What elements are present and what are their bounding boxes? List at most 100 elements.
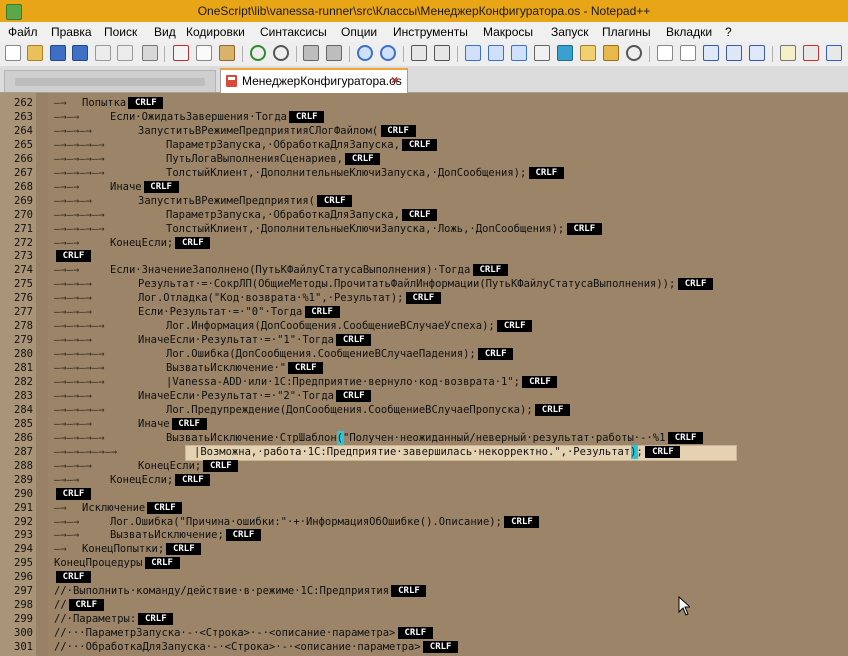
menu-file[interactable]: Файл bbox=[8, 25, 38, 39]
find-icon[interactable] bbox=[303, 45, 319, 61]
menu-run[interactable]: Запуск bbox=[551, 25, 589, 39]
toolbar-separator bbox=[349, 46, 350, 62]
cut-icon[interactable] bbox=[173, 45, 189, 61]
indent-whitespace-marker: —→—→—→—→—→ bbox=[54, 446, 118, 458]
code-line: Если·ЗначениеЗаполнено(ПутьКФайлуСтатуса… bbox=[110, 264, 471, 276]
menu-tools[interactable]: Инструменты bbox=[393, 25, 468, 39]
line-number: 282 bbox=[14, 376, 33, 388]
indent-whitespace-marker: —→—→—→ bbox=[54, 292, 92, 304]
code-line: КонецЕсли; bbox=[110, 237, 174, 249]
eol-marker: CRLF bbox=[336, 390, 372, 402]
eol-marker: CRLF bbox=[138, 613, 174, 625]
line-number: 291 bbox=[14, 502, 33, 514]
code-line: КонецЕсли; bbox=[138, 460, 202, 472]
indent-whitespace-marker: —→—→—→ bbox=[54, 334, 92, 346]
file-saved-icon bbox=[226, 75, 237, 87]
plugin-icon-1[interactable] bbox=[780, 45, 796, 61]
paste-icon[interactable] bbox=[219, 45, 235, 61]
fold-margin[interactable] bbox=[36, 93, 48, 656]
line-number: 268 bbox=[14, 181, 33, 193]
zoom-in-icon[interactable] bbox=[357, 45, 373, 61]
play-macro-icon[interactable] bbox=[703, 45, 719, 61]
document-map-icon[interactable] bbox=[557, 45, 573, 61]
line-number: 281 bbox=[14, 362, 33, 374]
menu-plugins[interactable]: Плагины bbox=[602, 25, 651, 39]
tab-active[interactable]: МенеджерКонфигуратора.os × bbox=[220, 68, 408, 93]
print-icon[interactable] bbox=[142, 45, 158, 61]
eol-marker: CRLF bbox=[397, 627, 433, 639]
code-line: Лог.Ошибка(ДопСообщения.СообщениеВСлучае… bbox=[166, 348, 476, 360]
menu-view[interactable]: Вид bbox=[154, 25, 176, 39]
eol-marker: CRLF bbox=[68, 599, 104, 611]
code-line: ВызватьИсключение·" bbox=[166, 362, 287, 374]
copy-icon[interactable] bbox=[196, 45, 212, 61]
line-number: 276 bbox=[14, 292, 33, 304]
notepad-plus-plus-window: OneScript\lib\vanessa-runner\src\Классы\… bbox=[0, 0, 848, 656]
close-tab-icon[interactable]: × bbox=[391, 73, 398, 87]
new-file-icon[interactable] bbox=[5, 45, 21, 61]
monitoring-icon[interactable] bbox=[626, 45, 642, 61]
line-number: 277 bbox=[14, 306, 33, 318]
eol-marker: CRLF bbox=[645, 446, 681, 458]
menu-macros[interactable]: Макросы bbox=[483, 25, 533, 39]
folder-as-workspace-icon[interactable] bbox=[603, 45, 619, 61]
line-number: 289 bbox=[14, 474, 33, 486]
indent-whitespace-marker: —→—→ bbox=[54, 516, 80, 528]
save-macro-icon[interactable] bbox=[749, 45, 765, 61]
line-number: 274 bbox=[14, 264, 33, 276]
function-list-icon[interactable] bbox=[580, 45, 596, 61]
eol-marker: CRLF bbox=[566, 223, 602, 235]
eol-marker: CRLF bbox=[336, 334, 372, 346]
stop-recording-icon[interactable] bbox=[680, 45, 696, 61]
menu-options[interactable]: Опции bbox=[341, 25, 377, 39]
indent-guide-icon[interactable] bbox=[511, 45, 527, 61]
save-icon[interactable] bbox=[50, 45, 66, 61]
sync-vertical-scroll-icon[interactable] bbox=[411, 45, 427, 61]
toolbar-separator bbox=[772, 46, 773, 62]
zoom-out-icon[interactable] bbox=[380, 45, 396, 61]
show-all-characters-icon[interactable] bbox=[488, 45, 504, 61]
eol-marker: CRLF bbox=[522, 376, 558, 388]
line-number: 262 bbox=[14, 97, 33, 109]
code-line: Если·ОжидатьЗавершения·Тогда bbox=[110, 111, 288, 123]
redo-icon[interactable] bbox=[273, 45, 289, 61]
menu-edit[interactable]: Правка bbox=[51, 25, 92, 39]
close-all-icon[interactable] bbox=[117, 45, 133, 61]
code-line: // bbox=[54, 599, 67, 611]
indent-whitespace-marker: —→—→ bbox=[54, 264, 80, 276]
eol-marker: CRLF bbox=[423, 641, 459, 653]
line-number: 295 bbox=[14, 557, 33, 569]
code-line: Иначе bbox=[138, 418, 170, 430]
tab-inactive[interactable] bbox=[4, 70, 216, 92]
replace-icon[interactable] bbox=[326, 45, 342, 61]
run-macro-multiple-icon[interactable] bbox=[726, 45, 742, 61]
line-number: 299 bbox=[14, 613, 33, 625]
eol-marker: CRLF bbox=[147, 502, 183, 514]
open-folder-icon[interactable] bbox=[27, 45, 43, 61]
code-line: |Возможна,·работа·1С:Предприятие·заверши… bbox=[194, 446, 643, 458]
plugin-icon-3[interactable] bbox=[826, 45, 842, 61]
plugin-icon-2[interactable] bbox=[803, 45, 819, 61]
code-line: ТолстыйКлиент,·ДополнительныеКлючиЗапуск… bbox=[166, 223, 565, 235]
close-file-icon[interactable] bbox=[95, 45, 111, 61]
menu-search[interactable]: Поиск bbox=[104, 25, 137, 39]
indent-whitespace-marker: —→—→—→ bbox=[54, 460, 92, 472]
line-number: 265 bbox=[14, 139, 33, 151]
code-line: ЗапуститьВРежимеПредприятияСЛогФайлом( bbox=[138, 125, 379, 137]
word-wrap-icon[interactable] bbox=[465, 45, 481, 61]
menu-help[interactable]: ? bbox=[725, 25, 732, 39]
menu-tabs[interactable]: Вкладки bbox=[666, 25, 712, 39]
save-all-icon[interactable] bbox=[72, 45, 88, 61]
menu-syntax[interactable]: Синтаксисы bbox=[260, 25, 327, 39]
code-line: //·Параметры: bbox=[54, 613, 137, 625]
undo-icon[interactable] bbox=[250, 45, 266, 61]
line-number: 279 bbox=[14, 334, 33, 346]
line-number: 296 bbox=[14, 571, 33, 583]
sync-horizontal-scroll-icon[interactable] bbox=[434, 45, 450, 61]
user-defined-language-icon[interactable] bbox=[534, 45, 550, 61]
line-number: 278 bbox=[14, 320, 33, 332]
code-editor[interactable]: 262 263 264 265 266 267 268 269 270 271 272 273 274 2… bbox=[0, 93, 848, 656]
record-macro-icon[interactable] bbox=[657, 45, 673, 61]
eol-marker: CRLF bbox=[391, 585, 427, 597]
menu-encoding[interactable]: Кодировки bbox=[186, 25, 245, 39]
